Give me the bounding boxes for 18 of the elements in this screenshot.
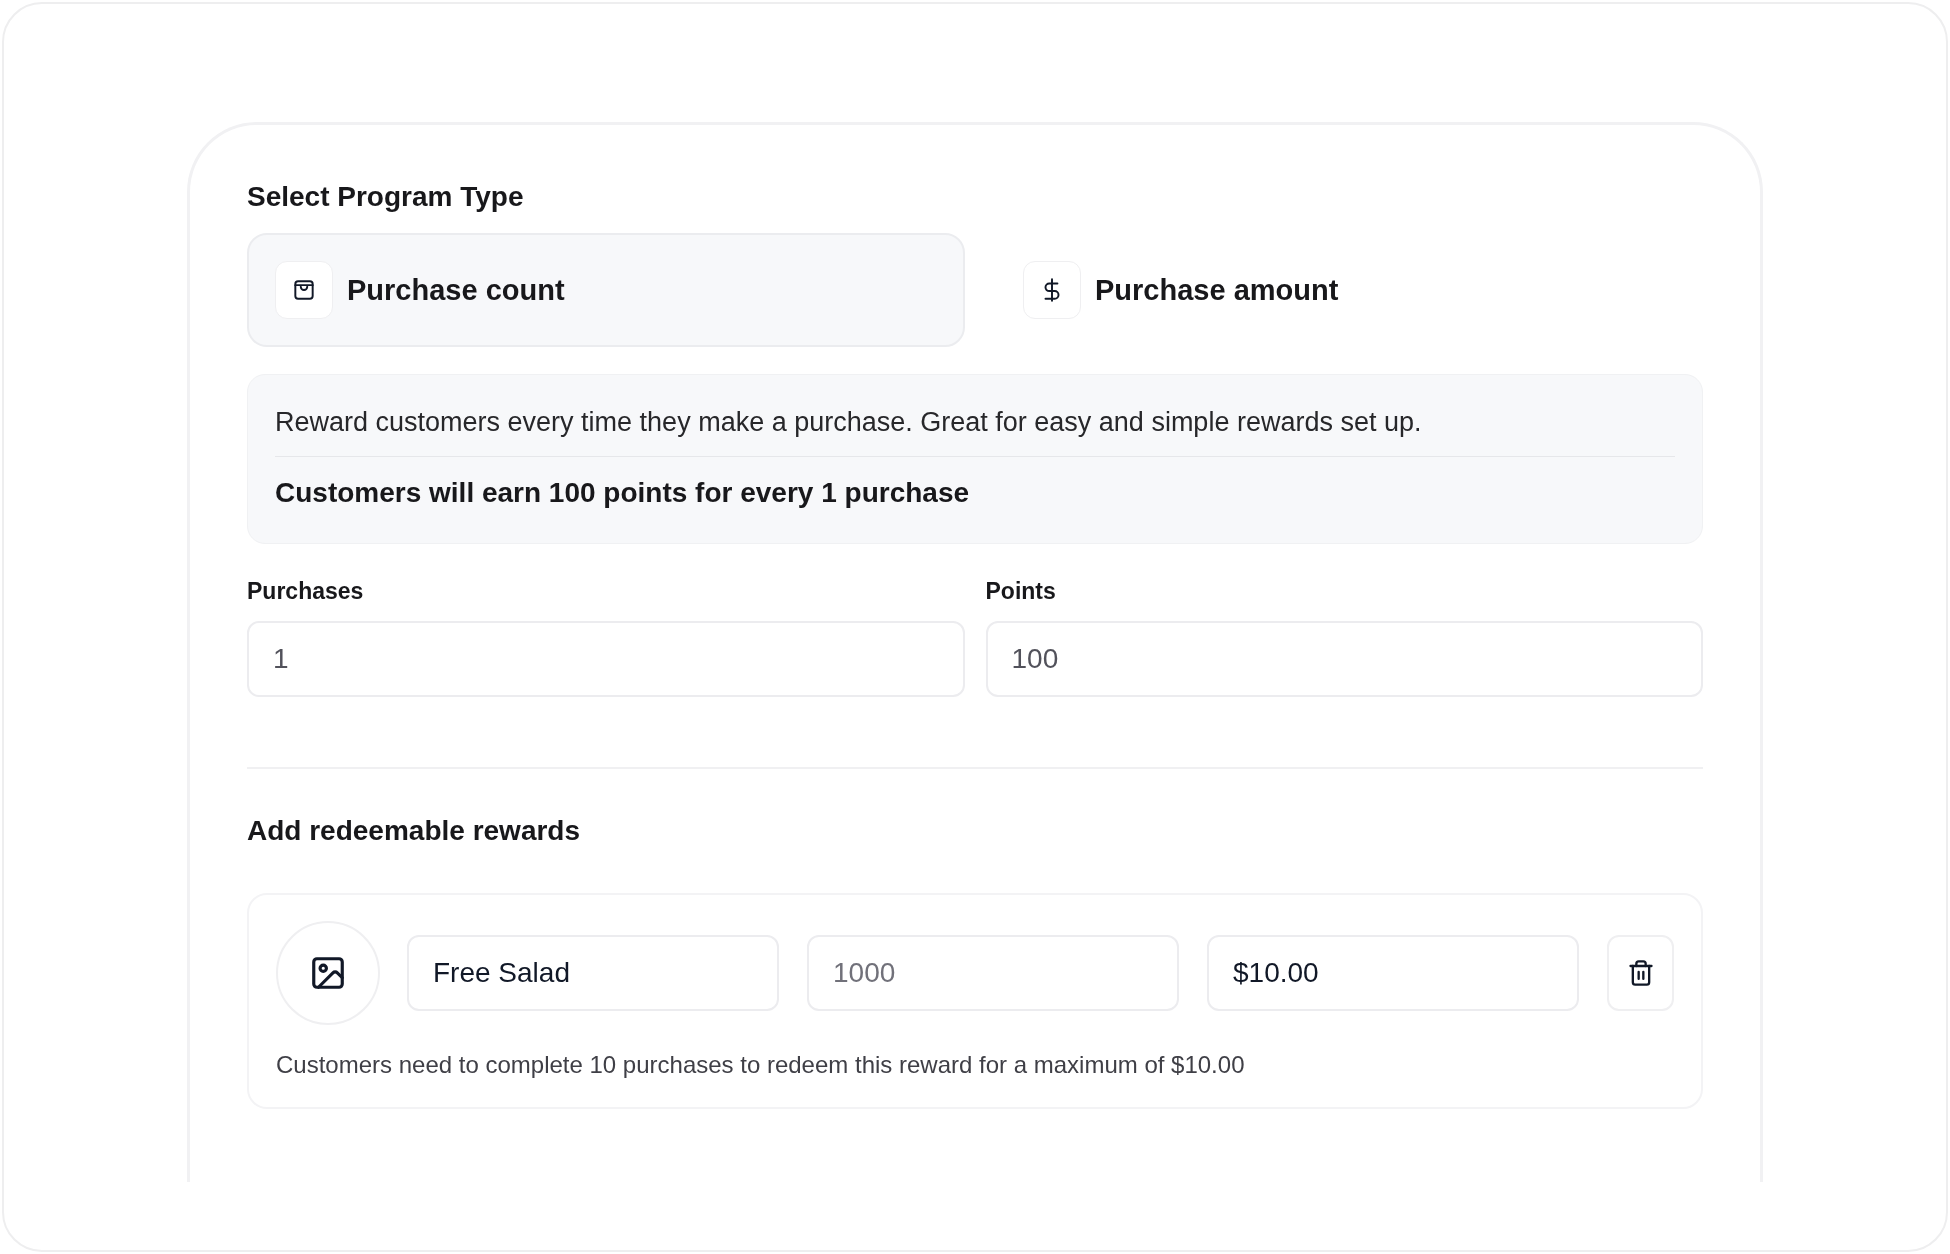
points-field[interactable]: 1000	[807, 935, 1179, 1011]
trash-icon	[1626, 959, 1655, 987]
reward-name-field[interactable]: Free Salad	[407, 935, 779, 1011]
input-field[interactable]: 1	[247, 621, 965, 697]
image-icon	[309, 954, 347, 992]
reward-note: Customers need to complete 10 purchases to redeem this reward for a maximum of $10.00	[276, 1051, 1246, 1079]
program-type-option[interactable]: Purchase amount	[1021, 233, 1367, 347]
field-label: Points	[985, 578, 1057, 605]
points-summary: Customers will earn 100 points for every 1 purchase	[275, 477, 971, 509]
program-type-option[interactable]: Purchase count	[247, 233, 965, 347]
section-title: Add redeemable rewards	[247, 815, 582, 847]
section-title: Select Program Type	[247, 181, 525, 213]
shopping-bag-icon	[291, 277, 317, 303]
delete-button[interactable]	[1607, 935, 1674, 1011]
value-field[interactable]: $10.00	[1207, 935, 1579, 1011]
description-text: Reward customers every time they make a purchase. Great for easy and simple rewards set up.	[275, 407, 1675, 457]
input-field[interactable]: 100	[985, 621, 1703, 697]
field-label: Purchases	[247, 578, 365, 605]
